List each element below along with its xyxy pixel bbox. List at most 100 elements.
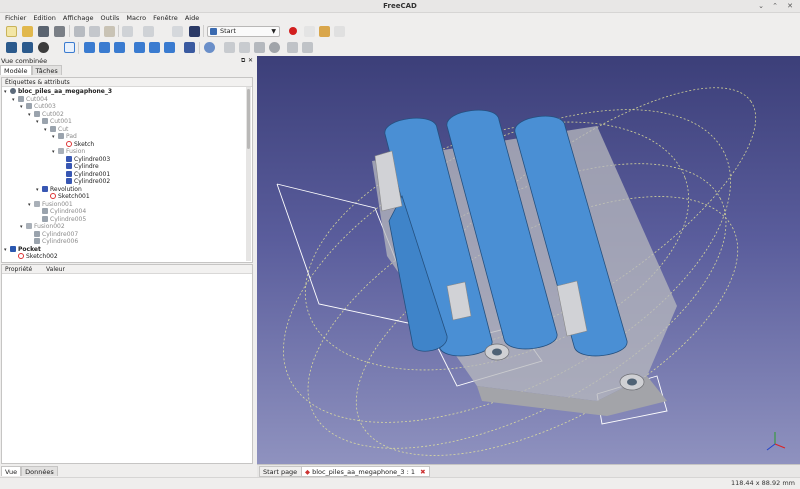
document-icon: ◆ [305, 468, 310, 476]
tree-item-label: Cut004 [26, 95, 48, 103]
copy-icon[interactable] [89, 26, 100, 37]
isometric-view-icon[interactable] [64, 42, 75, 53]
tree-item-label: bloc_piles_aa_megaphone_3 [18, 88, 113, 95]
bluebody-icon [66, 178, 72, 184]
3d-viewport[interactable] [257, 56, 800, 464]
sketch-icon [50, 193, 56, 199]
menu-fenetre[interactable]: Fenêtre [148, 13, 178, 23]
expand-icon[interactable]: ▾ [4, 88, 10, 96]
body-icon [18, 95, 24, 102]
tab-taches[interactable]: Tâches [31, 65, 62, 75]
bottom-view-icon[interactable] [149, 42, 160, 53]
grayfuse-icon [58, 148, 64, 154]
3d-model-render [276, 87, 786, 456]
open-document-icon[interactable] [22, 26, 33, 37]
close-icon[interactable]: ✕ [784, 0, 796, 13]
toolbar-view [0, 40, 800, 57]
menu-edition[interactable]: Edition [28, 13, 56, 23]
tree-item-label: Cylindre007 [42, 230, 79, 238]
bluebody-icon [42, 185, 48, 192]
axis-indicator [766, 432, 786, 451]
measure-icon[interactable] [184, 42, 195, 53]
tab-modele[interactable]: Modèle [0, 65, 32, 75]
macro-record-icon[interactable] [289, 27, 297, 35]
part-design-icon[interactable] [204, 42, 215, 53]
body-icon [42, 215, 48, 222]
cut-icon[interactable] [74, 26, 85, 37]
property-column: Propriété [5, 266, 33, 273]
tree-item-label: Pocket [18, 245, 41, 253]
nav-back-icon[interactable] [224, 42, 235, 53]
nav-forward-icon[interactable] [239, 42, 250, 53]
whats-this-icon[interactable] [189, 26, 200, 37]
tab-document[interactable]: ◆ bloc_piles_aa_megaphone_3 : 1 ✖ [301, 466, 430, 477]
tab-vue[interactable]: Vue [1, 466, 22, 476]
property-view: Propriété Valeur [1, 264, 253, 464]
body-icon [34, 238, 40, 244]
top-view-icon[interactable] [99, 42, 110, 53]
workbench-selector[interactable]: Start ▼ [207, 26, 280, 37]
bluebody-icon [66, 170, 72, 177]
rear-view-icon[interactable] [134, 42, 145, 53]
tree-item-label: Sketch [74, 140, 95, 148]
maximize-icon[interactable]: ⌃ [769, 0, 781, 13]
zoom-out-icon[interactable] [302, 42, 313, 53]
tree-scrollbar[interactable] [246, 87, 251, 261]
toolbar-file [0, 23, 800, 40]
body-icon [34, 230, 40, 237]
menu-bar: Fichier Edition Affichage Outils Macro F… [0, 13, 800, 23]
menu-aide[interactable]: Aide [180, 13, 199, 23]
body-icon [34, 110, 40, 117]
tab-document-label: bloc_piles_aa_megaphone_3 : 1 [312, 468, 416, 476]
new-document-icon[interactable] [6, 26, 17, 37]
tab-donnees[interactable]: Données [21, 466, 58, 476]
nav-stop-icon[interactable] [269, 42, 280, 53]
body-icon [42, 208, 48, 214]
body-icon [50, 125, 56, 132]
tree-item-label: Fusion001 [42, 200, 73, 208]
menu-affichage[interactable]: Affichage [58, 13, 94, 23]
tree-item-label: Pad [66, 133, 77, 140]
close-panel-icon[interactable]: ✕ [248, 57, 253, 64]
body-icon [42, 118, 48, 124]
body-icon [58, 133, 64, 139]
macro-run-icon[interactable] [334, 26, 345, 37]
paste-icon[interactable] [104, 26, 115, 37]
minimize-icon[interactable]: ⌄ [755, 0, 767, 13]
fit-all-icon[interactable] [6, 42, 17, 53]
refresh-icon[interactable] [172, 26, 183, 37]
menu-fichier[interactable]: Fichier [0, 13, 26, 23]
tree-item-label: Cut [58, 125, 69, 133]
float-icon[interactable]: ⧉ [241, 57, 245, 65]
scrollbar-thumb[interactable] [247, 89, 250, 149]
tree-item-label: Cylindre001 [74, 170, 111, 178]
pocket-icon [10, 245, 16, 252]
combo-tabs: Modèle Tâches [0, 65, 62, 75]
bluebody-icon [66, 163, 72, 169]
save-icon[interactable] [38, 26, 49, 37]
tree-item-label: Cut002 [42, 110, 64, 118]
undo-icon[interactable] [122, 26, 133, 37]
tree-header: Étiquettes & attributs [2, 78, 252, 87]
draw-style-icon[interactable] [38, 42, 49, 53]
menu-macro[interactable]: Macro [121, 13, 146, 23]
sketch-icon [66, 140, 72, 147]
window-title: FreeCAD [383, 2, 417, 10]
macro-stop-icon[interactable] [304, 26, 315, 37]
zoom-in-icon[interactable] [287, 42, 298, 53]
fit-selection-icon[interactable] [22, 42, 33, 53]
front-view-icon[interactable] [84, 42, 95, 53]
macro-edit-icon[interactable] [319, 26, 330, 37]
redo-icon[interactable] [143, 26, 154, 37]
chevron-down-icon: ▼ [271, 28, 276, 35]
left-view-icon[interactable] [164, 42, 175, 53]
tree-item[interactable]: Sketch002 [12, 253, 58, 261]
document-tabs: Start page ✖ ◆ bloc_piles_aa_megaphone_3… [257, 464, 800, 477]
nav-refresh-icon[interactable] [254, 42, 265, 53]
right-view-icon[interactable] [114, 42, 125, 53]
close-tab-icon[interactable]: ✖ [420, 468, 425, 476]
tree-item-label: Sketch002 [26, 253, 58, 260]
print-icon[interactable] [54, 26, 65, 37]
grayfuse-icon [26, 223, 32, 229]
menu-outils[interactable]: Outils [96, 13, 120, 23]
